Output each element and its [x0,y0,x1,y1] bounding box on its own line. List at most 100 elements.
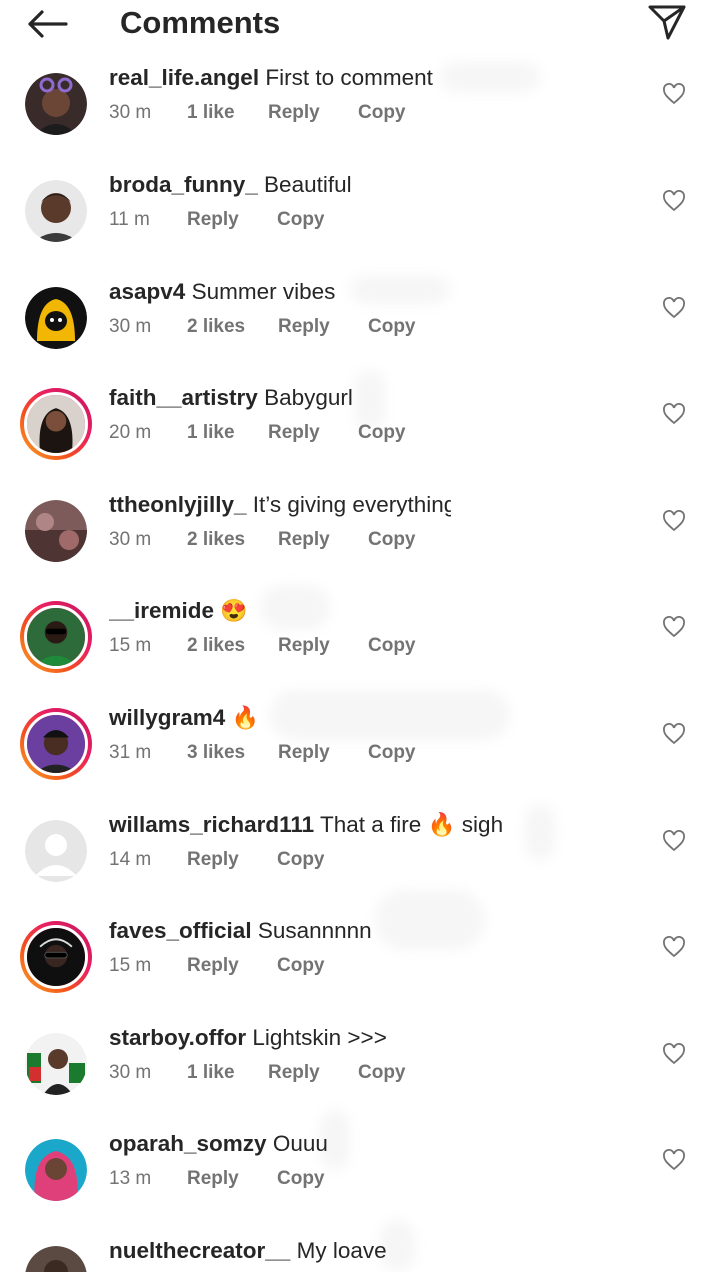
heart-outline-icon[interactable] [662,403,686,425]
default-avatar-icon [25,820,87,882]
comment-text: It’s giving everything [252,492,451,517]
comment-text: Ouuu [272,1131,328,1156]
avatar[interactable] [25,500,87,562]
avatar[interactable] [25,180,87,242]
heart-outline-icon[interactable] [662,190,686,212]
comment-item: nuelthecreator__ My loave [0,1236,720,1272]
likes-count[interactable]: 1 like [187,421,235,445]
heart-outline-icon[interactable] [662,830,686,852]
reply-button[interactable]: Reply [268,421,320,445]
copy-button[interactable]: Copy [358,421,406,445]
likes-count[interactable]: 2 likes [187,634,245,658]
reply-button[interactable]: Reply [268,1061,320,1085]
comment-username[interactable]: willams_richard111 [109,812,314,837]
comment-text: That a fire 🔥 sigh [320,812,504,837]
comment-item: oparah_somzy Ouuu 13 m Reply Copy [0,1129,720,1235]
comment-time: 11 m [109,209,150,230]
likes-count[interactable]: 1 like [187,1061,235,1085]
heart-outline-icon[interactable] [662,83,686,105]
header-bar: Comments [0,0,720,56]
avatar[interactable] [25,1139,87,1201]
comment-item: asapv4 Summer vibes 30 m 2 likes Reply C… [0,277,720,383]
avatar[interactable] [20,388,92,460]
reply-button[interactable]: Reply [268,101,320,125]
avatar[interactable] [25,287,87,349]
reply-button[interactable]: Reply [278,315,330,339]
comment-item: willams_richard111 That a fire 🔥 sigh 14… [0,810,720,916]
comment-username[interactable]: real_life.angel [109,65,259,90]
comment-username[interactable]: broda_funny_ [109,172,258,197]
avatar[interactable] [25,1033,87,1095]
comment-text: Lightskin >>> [252,1025,387,1050]
avatar[interactable] [25,73,87,135]
comment-text: Babygurl [264,385,353,410]
comment-time: 30 m [109,1062,152,1083]
comment-time: 31 m [109,742,152,763]
likes-count[interactable]: 2 likes [187,528,245,552]
comment-time: 30 m [109,316,152,337]
reply-button[interactable]: Reply [187,954,239,978]
likes-count[interactable]: 2 likes [187,315,245,339]
comment-time: 30 m [109,529,152,550]
copy-button[interactable]: Copy [277,848,325,872]
comment-username[interactable]: faith__artistry [109,385,258,410]
copy-button[interactable]: Copy [368,528,416,552]
heart-outline-icon[interactable] [662,510,686,532]
comment-username[interactable]: starboy.offor [109,1025,246,1050]
likes-count[interactable]: 1 like [187,101,235,125]
copy-button[interactable]: Copy [368,741,416,765]
comment-text: Susannnnn [257,918,372,943]
comment-item: __iremide 😍 15 m 2 likes Reply Copy [0,596,720,702]
comment-item: broda_funny_ Beautiful 11 m Reply Copy [0,170,720,276]
page-title: Comments [120,5,281,40]
reply-button[interactable]: Reply [187,208,239,232]
heart-outline-icon[interactable] [662,936,686,958]
comment-time: 15 m [109,955,152,976]
back-button[interactable] [22,4,72,44]
comment-username[interactable]: oparah_somzy [109,1131,267,1156]
likes-count[interactable]: 3 likes [187,741,245,765]
reply-button[interactable]: Reply [187,848,239,872]
comment-text: Beautiful [264,172,352,197]
heart-outline-icon[interactable] [662,723,686,745]
comment-username[interactable]: ttheonlyjilly_ [109,492,247,517]
comment-username[interactable]: asapv4 [109,279,185,304]
copy-button[interactable]: Copy [368,315,416,339]
comment-username[interactable]: __iremide [109,598,214,623]
comment-item: starboy.offor Lightskin >>> 30 m 1 like … [0,1023,720,1129]
share-button[interactable] [644,0,690,44]
comment-username[interactable]: faves_official [109,918,252,943]
copy-button[interactable]: Copy [277,208,325,232]
reply-button[interactable]: Reply [187,1167,239,1191]
heart-outline-icon[interactable] [662,1043,686,1065]
heart-outline-icon[interactable] [662,616,686,638]
heart-outline-icon[interactable] [662,297,686,319]
copy-button[interactable]: Copy [277,1167,325,1191]
comment-item: willygram4 🔥 31 m 3 likes Reply Copy [0,703,720,809]
comment-item: faves_official Susannnnn 15 m Reply Copy [0,916,720,1022]
copy-button[interactable]: Copy [368,634,416,658]
copy-button[interactable]: Copy [277,954,325,978]
comment-text: 😍 [220,598,248,623]
avatar[interactable] [20,708,92,780]
avatar[interactable] [20,601,92,673]
comment-time: 15 m [109,635,152,656]
comment-time: 20 m [109,422,152,443]
comment-text: Summer vibes [191,279,336,304]
comment-time: 30 m [109,102,152,123]
avatar[interactable] [20,921,92,993]
reply-button[interactable]: Reply [278,528,330,552]
copy-button[interactable]: Copy [358,1061,406,1085]
copy-button[interactable]: Copy [358,101,406,125]
reply-button[interactable]: Reply [278,741,330,765]
paper-plane-icon [648,5,686,40]
comment-username[interactable]: nuelthecreator__ [109,1238,290,1263]
comment-item: real_life.angel First to comment 30 m 1 … [0,63,720,169]
comment-text: 🔥 [231,705,259,730]
avatar[interactable] [25,820,87,882]
avatar[interactable] [25,1246,87,1272]
comment-username[interactable]: willygram4 [109,705,225,730]
reply-button[interactable]: Reply [278,634,330,658]
heart-outline-icon[interactable] [662,1149,686,1171]
comment-item: ttheonlyjilly_ It’s giving everything 30… [0,490,720,596]
